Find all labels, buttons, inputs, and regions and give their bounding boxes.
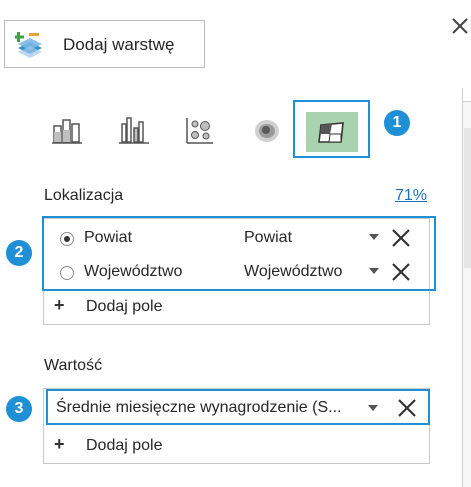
scroll-thumb[interactable]	[464, 128, 471, 268]
plus-icon: +	[54, 434, 65, 454]
scroll-up-button[interactable]	[463, 88, 471, 102]
add-layer-button[interactable]: Dodaj warstwę	[4, 20, 205, 68]
location-add-field-button[interactable]: + Dodaj pole	[44, 290, 429, 324]
vertical-scrollbar[interactable]	[462, 88, 471, 487]
callout-box-1	[293, 100, 370, 158]
heat-map-icon[interactable]	[250, 114, 284, 148]
callout-badge-3: 3	[6, 396, 32, 422]
location-section-label: Lokalizacja	[44, 187, 124, 204]
close-icon[interactable]	[450, 16, 470, 36]
callout-box-2	[42, 216, 436, 291]
add-layer-icon	[15, 32, 42, 58]
callout-badge-2: 2	[6, 240, 32, 266]
location-match-percent-link[interactable]: 71%	[395, 187, 427, 205]
bubble-icon[interactable]	[183, 114, 217, 148]
clustered-column-icon[interactable]	[117, 114, 151, 148]
callout-badge-1: 1	[384, 110, 410, 136]
value-section-label: Wartość	[44, 357, 103, 374]
value-add-field-button[interactable]: + Dodaj pole	[44, 429, 429, 463]
add-field-label: Dodaj pole	[86, 298, 163, 315]
add-field-label: Dodaj pole	[86, 437, 163, 454]
callout-box-3	[46, 389, 430, 425]
add-layer-label: Dodaj warstwę	[63, 35, 175, 54]
stacked-column-icon[interactable]	[50, 114, 84, 148]
plus-icon: +	[54, 295, 65, 315]
